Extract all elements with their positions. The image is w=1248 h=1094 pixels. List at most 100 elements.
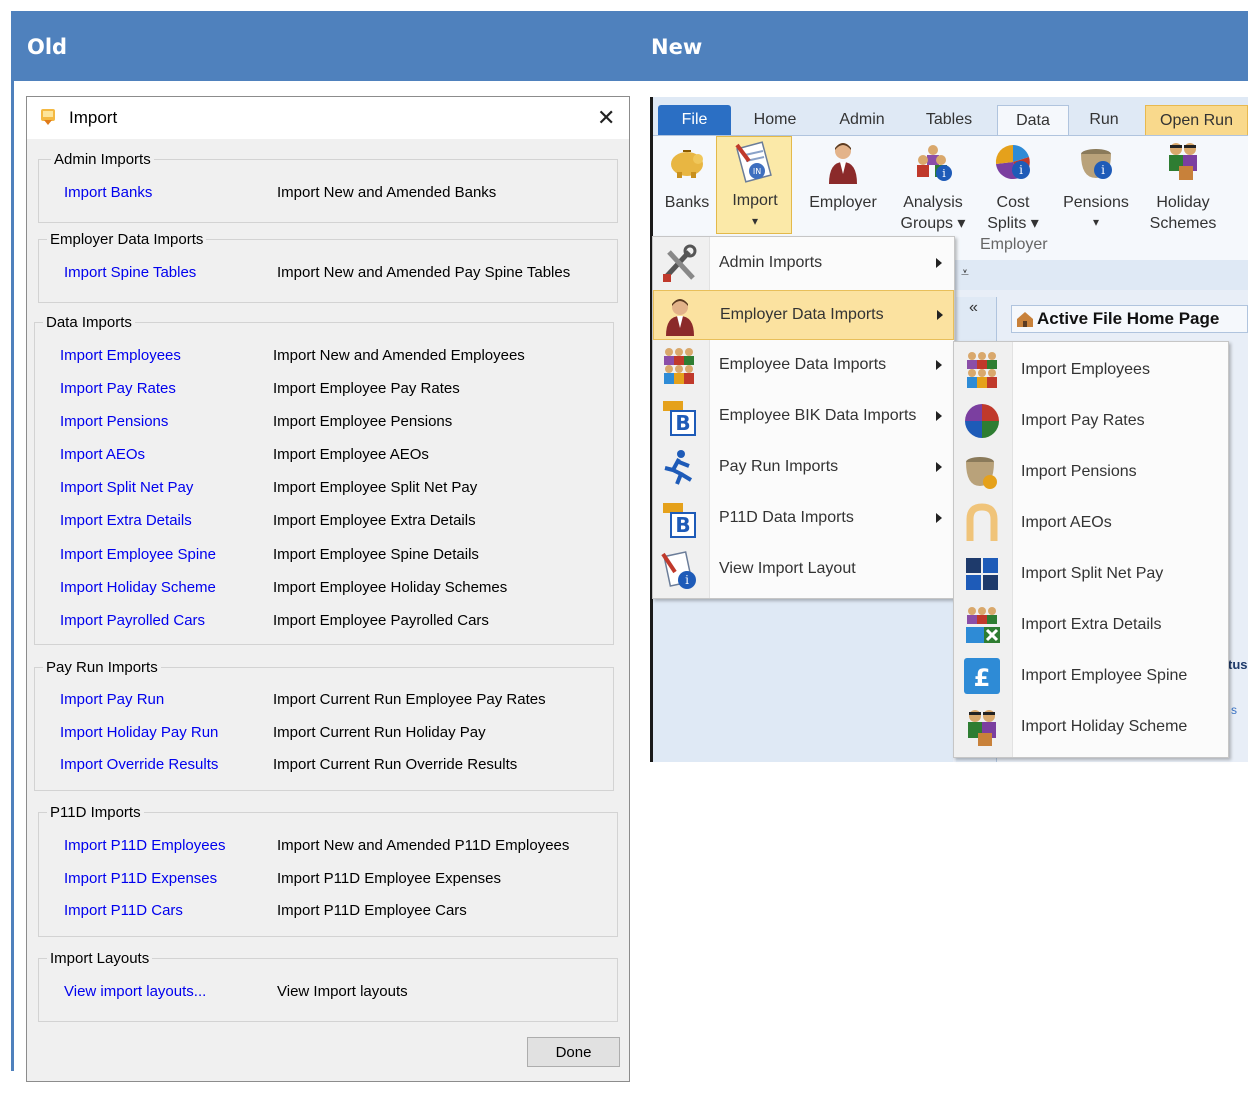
import-dropdown-menu: Admin Imports Employer Data Imports Empl…: [652, 236, 955, 599]
row-description: Import New and Amended Employees: [273, 347, 525, 364]
link-import-banks[interactable]: Import Banks: [64, 184, 152, 201]
submenu-item-import-pensions[interactable]: Import Pensions: [954, 446, 1228, 497]
import-button[interactable]: IN Import ▾: [716, 136, 792, 234]
customize-icon[interactable]: ⩡: [961, 264, 969, 281]
link-import-pay-rates[interactable]: Import Pay Rates: [60, 380, 176, 397]
menu-item-employee-data-imports[interactable]: Employee Data Imports: [653, 341, 954, 391]
holiday-people-icon: [968, 710, 996, 746]
active-file-home-page-tab[interactable]: Active File Home Page: [1011, 305, 1248, 333]
link-import-p11d-expenses[interactable]: Import P11D Expenses: [64, 870, 217, 887]
holiday-schemes-label-2: Schemes: [1149, 215, 1217, 232]
menu-item-label: Admin Imports: [719, 254, 823, 271]
link-import-payrolled-cars[interactable]: Import Payrolled Cars: [60, 612, 205, 629]
link-import-holiday-pay-run[interactable]: Import Holiday Pay Run: [60, 724, 218, 741]
home-icon: [1017, 312, 1033, 327]
row-description: Import Employee Spine Details: [273, 546, 479, 563]
submenu-arrow-icon: [936, 411, 942, 421]
submenu-item-label: Import Holiday Scheme: [1021, 718, 1188, 735]
pension-pot-icon: i: [1081, 149, 1112, 179]
row-description: View Import layouts: [277, 983, 408, 1000]
banks-button[interactable]: Banks: [661, 138, 713, 238]
row-description: Import P11D Employee Cars: [277, 902, 467, 919]
row-description: Import New and Amended P11D Employees: [277, 837, 570, 854]
holiday-people-icon: [1169, 143, 1197, 180]
import-document-icon: IN: [735, 141, 772, 183]
link-import-spine-tables[interactable]: Import Spine Tables: [64, 264, 196, 281]
link-import-pensions[interactable]: Import Pensions: [60, 413, 168, 430]
row-description: Import New and Amended Banks: [277, 184, 497, 201]
people-group-info-icon: i: [917, 145, 952, 181]
submenu-item-import-aeos[interactable]: Import AEOs: [954, 497, 1228, 548]
menu-item-employer-data-imports[interactable]: Employer Data Imports: [653, 290, 954, 340]
quick-access-bar: ⩡: [953, 260, 1248, 290]
menu-item-label: View Import Layout: [719, 560, 856, 577]
submenu-item-import-split-net-pay[interactable]: Import Split Net Pay: [954, 548, 1228, 599]
holiday-schemes-button[interactable]: Holiday Schemes: [1143, 138, 1223, 238]
row-description: Import Employee Extra Details: [273, 512, 476, 529]
submenu-item-label: Import Employees: [1021, 361, 1150, 378]
tab-file[interactable]: File: [658, 105, 731, 135]
row-description: Import P11D Employee Expenses: [277, 870, 501, 887]
link-import-aeos[interactable]: Import AEOs: [60, 446, 145, 463]
tab-admin[interactable]: Admin: [828, 105, 896, 135]
app-logo-icon: [41, 109, 55, 125]
submenu-item-import-holiday-scheme[interactable]: Import Holiday Scheme: [954, 701, 1228, 752]
group-label: Employer Data Imports: [47, 231, 207, 248]
collapse-icon[interactable]: «: [969, 299, 978, 317]
partial-link-text: s: [1231, 703, 1237, 717]
row-description: Import New and Amended Pay Spine Tables: [277, 264, 571, 281]
pensions-button[interactable]: i Pensions ▾: [1059, 138, 1133, 238]
submenu-item-label: Import Pay Rates: [1021, 412, 1145, 429]
link-import-holiday-scheme[interactable]: Import Holiday Scheme: [60, 579, 216, 596]
link-import-p11d-employees[interactable]: Import P11D Employees: [64, 837, 225, 854]
link-import-p11d-cars[interactable]: Import P11D Cars: [64, 902, 183, 919]
menu-item-label: Employee Data Imports: [719, 356, 887, 373]
employer-button[interactable]: Employer: [805, 138, 881, 238]
link-import-employees[interactable]: Import Employees: [60, 347, 181, 364]
import-label: Import: [732, 192, 778, 209]
link-import-override-results[interactable]: Import Override Results: [60, 756, 218, 773]
cost-splits-button[interactable]: i Cost Splits ▾: [979, 138, 1047, 238]
tab-open-run[interactable]: Open Run: [1145, 105, 1248, 135]
link-view-import-layouts[interactable]: View import layouts...: [64, 983, 206, 1000]
group-label: Pay Run Imports: [43, 659, 161, 676]
svg-text:i: i: [942, 167, 946, 180]
link-import-pay-run[interactable]: Import Pay Run: [60, 691, 164, 708]
submenu-item-import-employee-spine[interactable]: £ Import Employee Spine: [954, 650, 1228, 701]
link-import-split-net-pay[interactable]: Import Split Net Pay: [60, 479, 193, 496]
employer-person-icon: [666, 299, 694, 336]
link-import-employee-spine[interactable]: Import Employee Spine: [60, 546, 216, 563]
svg-text:B: B: [675, 513, 690, 537]
menu-item-employee-bik-data-imports[interactable]: B Employee BIK Data Imports: [653, 392, 954, 442]
submenu-item-label: Import AEOs: [1021, 514, 1112, 531]
piggy-bank-icon: [671, 150, 703, 178]
menu-item-admin-imports[interactable]: Admin Imports: [653, 239, 954, 289]
tab-tables[interactable]: Tables: [915, 105, 983, 135]
submenu-arrow-icon: [937, 310, 943, 320]
tools-icon: [663, 244, 697, 282]
submenu-item-import-extra-details[interactable]: Import Extra Details: [954, 599, 1228, 650]
row-description: Import Current Run Holiday Pay: [273, 724, 486, 741]
menu-item-p11d-data-imports[interactable]: B P11D Data Imports: [653, 494, 954, 544]
import-layout-info-icon: i: [661, 551, 696, 589]
p11d-b-icon: B: [663, 503, 696, 538]
close-icon[interactable]: ✕: [597, 105, 615, 131]
cost-splits-label-1: Cost: [996, 194, 1030, 211]
done-button[interactable]: Done: [527, 1037, 620, 1067]
row-description: Import Employee Pay Rates: [273, 380, 460, 397]
tab-home[interactable]: Home: [741, 105, 809, 135]
new-column-title: New: [651, 35, 703, 59]
link-import-extra-details[interactable]: Import Extra Details: [60, 512, 192, 529]
submenu-item-import-employees[interactable]: Import Employees: [954, 344, 1228, 395]
menu-item-pay-run-imports[interactable]: Pay Run Imports: [653, 443, 954, 493]
tab-run[interactable]: Run: [1073, 105, 1135, 135]
running-man-icon: [664, 450, 693, 485]
analysis-groups-button[interactable]: i Analysis Groups ▾: [897, 138, 969, 238]
row-description: Import Employee AEOs: [273, 446, 429, 463]
split-net-pay-icon: [966, 558, 998, 590]
pie-chart-icon: [965, 404, 999, 438]
menu-item-view-import-layout[interactable]: i View Import Layout: [653, 545, 954, 595]
submenu-item-import-pay-rates[interactable]: Import Pay Rates: [954, 395, 1228, 446]
aeo-horseshoe-icon: [966, 503, 998, 541]
tab-data[interactable]: Data: [997, 105, 1069, 135]
